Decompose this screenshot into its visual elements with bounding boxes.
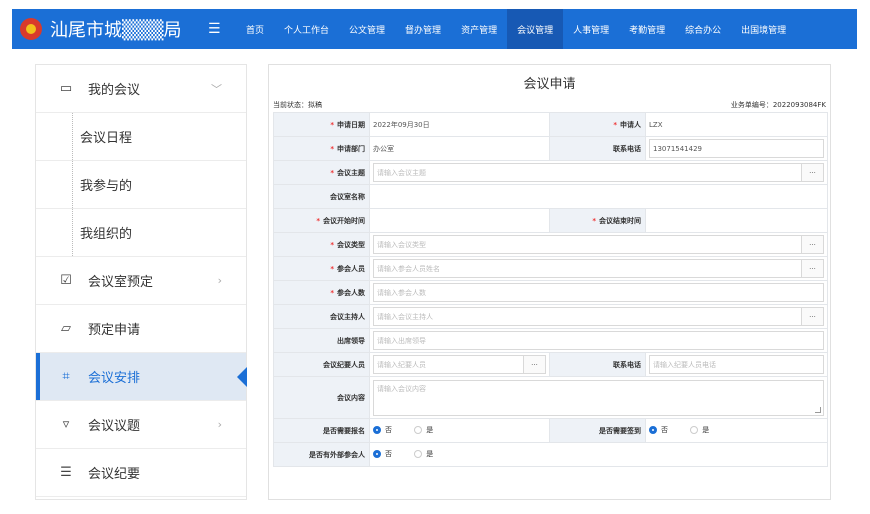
recorder-phone-input[interactable]: 请输入纪要人员电话 xyxy=(649,355,824,374)
phone-input[interactable]: 13071541429 xyxy=(649,139,824,158)
nav-item[interactable]: 督办管理 xyxy=(395,9,451,49)
dept-label: * 申请部门 xyxy=(273,136,370,161)
chevron-icon: ﹀ xyxy=(211,82,222,96)
sidebar-item-label: 会议纪要 xyxy=(88,467,141,482)
external-no-radio[interactable]: 否 xyxy=(373,449,392,459)
sidebar-item-label: 预定申请 xyxy=(88,323,141,338)
sidebar: ▭ 我的会议 ﹀ 会议日程我参与的我组织的 ☑ 会议室预定 › ▱ 预定申请 ⌗ 会议安排 ▿ 会议议题… xyxy=(35,64,247,500)
nav-item[interactable]: 会议管理 xyxy=(507,9,564,49)
chevron-icon: › xyxy=(217,274,222,287)
sidebar-item-label: 我的会议 xyxy=(88,83,141,98)
start-time-label: * 会议开始时间 xyxy=(273,208,370,233)
checkin-no-radio[interactable]: 否 xyxy=(649,425,668,435)
nav-item[interactable]: 出国境管理 xyxy=(731,9,796,49)
calendar-check-icon: ☑ xyxy=(60,273,72,288)
applicant-label: * 申请人 xyxy=(549,112,646,137)
sidebar-item[interactable]: ▱ 预定申请 xyxy=(36,305,246,353)
phone-label: 联系电话 xyxy=(549,136,646,161)
host-picker-button[interactable]: ··· xyxy=(801,308,823,325)
content-label: 会议内容 xyxy=(273,376,370,419)
checkin-yes-radio[interactable]: 是 xyxy=(690,425,709,435)
external-yes-radio[interactable]: 是 xyxy=(414,449,433,459)
leader-input[interactable]: 请输入出席领导 xyxy=(373,331,824,350)
host-input[interactable]: 请输入会议主持人 ··· xyxy=(373,307,824,326)
meeting-list-icon: ▭ xyxy=(59,81,73,96)
sidebar-item-label: 我参与的 xyxy=(80,179,133,194)
type-input[interactable]: 请输入会议类型 ··· xyxy=(373,235,824,254)
room-value[interactable] xyxy=(369,184,828,209)
content-textarea[interactable]: 请输入会议内容 xyxy=(373,379,824,416)
sidebar-item-label: 会议安排 xyxy=(88,371,141,386)
business-number: 业务单编号：2022093084FK xyxy=(730,101,826,109)
end-time-value[interactable] xyxy=(645,208,828,233)
minutes-icon: ☰ xyxy=(60,465,72,480)
nav-item[interactable]: 资产管理 xyxy=(451,9,507,49)
arrange-icon: ⌗ xyxy=(62,369,70,384)
recorder-phone-label: 联系电话 xyxy=(549,352,646,377)
participants-picker-button[interactable]: ··· xyxy=(801,260,823,277)
leader-label: 出席领导 xyxy=(273,328,370,353)
apply-date-value: 2022年09月30日 xyxy=(369,112,550,137)
signup-label: 是否需要报名 xyxy=(273,418,370,443)
meeting-form-table: * 申请日期 2022年09月30日 * 申请人 LZX * 申请部门 办公室 联系电… xyxy=(273,112,828,467)
top-navbar: 汕尾市城▒▒▒局 ☰ 首页 个人工作台 公文管理 督办管理 资产管理 会议管理 人事管理 考勤… xyxy=(12,9,857,49)
sidebar-item-label: 会议日程 xyxy=(80,131,133,146)
status-text: 当前状态：拟稿 xyxy=(273,101,322,109)
signup-yes-radio[interactable]: 是 xyxy=(414,425,433,435)
recorder-label: 会议纪要人员 xyxy=(273,352,370,377)
recorder-input[interactable]: 请输入纪要人员 ··· xyxy=(373,355,546,374)
host-label: 会议主持人 xyxy=(273,304,370,329)
menu-toggle-icon[interactable]: ☰ xyxy=(208,21,224,37)
sidebar-item[interactable]: 我参与的 xyxy=(36,161,246,209)
sidebar-item[interactable]: ⌗ 会议安排 xyxy=(36,353,247,401)
sidebar-item[interactable]: ☑ 会议室预定 › xyxy=(36,257,246,305)
sidebar-item-label: 会议议题 xyxy=(88,419,141,434)
nav-item[interactable]: 综合办公 xyxy=(675,9,731,49)
sidebar-item[interactable]: 会议日程 xyxy=(36,113,246,161)
topic-input[interactable]: 请输入会议主题 ··· xyxy=(373,163,824,182)
signup-no-radio[interactable]: 否 xyxy=(373,425,392,435)
external-label: 是否有外部参会人 xyxy=(273,442,370,467)
nav-item[interactable]: 首页 xyxy=(236,9,274,49)
end-time-label: * 会议结束时间 xyxy=(549,208,646,233)
nav-item[interactable]: 人事管理 xyxy=(563,9,619,49)
type-label: * 会议类型 xyxy=(273,232,370,257)
form-icon: ▱ xyxy=(61,321,71,336)
participants-label: * 参会人员 xyxy=(273,256,370,281)
emblem-logo xyxy=(20,18,42,40)
recorder-picker-button[interactable]: ··· xyxy=(523,356,545,373)
nav-item[interactable]: 公文管理 xyxy=(339,9,395,49)
sidebar-item-label: 会议室预定 xyxy=(88,275,154,290)
sidebar-item[interactable]: 我组织的 xyxy=(36,209,246,257)
main-nav: 首页 个人工作台 公文管理 督办管理 资产管理 会议管理 人事管理 考勤管理 综合办公 出国境管理 xyxy=(236,9,796,49)
count-label: * 参会人数 xyxy=(273,280,370,305)
applicant-value: LZX xyxy=(645,112,828,137)
form-title: 会议申请 xyxy=(523,77,576,92)
topic-picker-button[interactable]: ··· xyxy=(801,164,823,181)
checkin-label: 是否需要签到 xyxy=(549,418,646,443)
form-panel: 会议申请 当前状态：拟稿 业务单编号：2022093084FK * 申请日期 20… xyxy=(268,64,831,500)
apply-date-label: * 申请日期 xyxy=(273,112,370,137)
count-input[interactable]: 请输入参会人数 xyxy=(373,283,824,302)
sidebar-item[interactable]: ▭ 我的会议 ﹀ xyxy=(36,65,246,113)
topic-icon: ▿ xyxy=(62,417,70,432)
type-picker-button[interactable]: ··· xyxy=(801,236,823,253)
dept-value: 办公室 xyxy=(369,136,550,161)
nav-item[interactable]: 考勤管理 xyxy=(619,9,675,49)
nav-item[interactable]: 个人工作台 xyxy=(274,9,339,49)
topic-label: * 会议主题 xyxy=(273,160,370,185)
participants-input[interactable]: 请输入参会人员姓名 ··· xyxy=(373,259,824,278)
room-label: 会议室名称 xyxy=(273,184,370,209)
start-time-value[interactable] xyxy=(369,208,550,233)
chevron-icon: › xyxy=(217,418,222,431)
sidebar-item[interactable]: ☰ 会议纪要 xyxy=(36,449,246,497)
sidebar-item-label: 我组织的 xyxy=(80,227,133,242)
sidebar-item[interactable]: ▿ 会议议题 › xyxy=(36,401,246,449)
brand-title: 汕尾市城▒▒▒局 xyxy=(50,20,182,41)
